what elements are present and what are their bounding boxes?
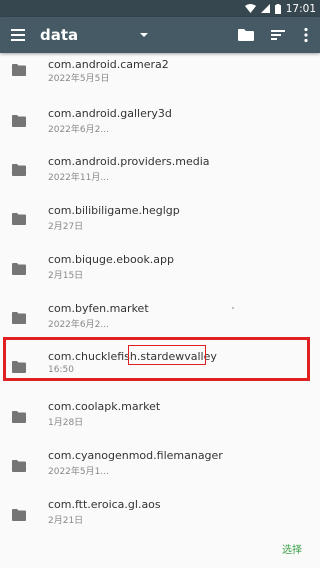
folder-date: 16:50 <box>48 365 74 375</box>
folder-icon <box>12 361 26 373</box>
bottom-bar: 选择 <box>0 540 320 568</box>
battery-icon <box>274 3 281 14</box>
folder-date: 2022年5月5日 <box>48 74 110 84</box>
folder-icon <box>12 312 26 324</box>
select-button[interactable]: 选择 <box>282 540 302 562</box>
wifi-icon <box>244 4 256 13</box>
list-item[interactable]: com.android.gallery3d 2022年6月2... <box>0 95 320 145</box>
stray-dot <box>232 307 234 309</box>
folder-date: 1月28日 <box>48 418 84 428</box>
menu-icon[interactable] <box>11 28 25 42</box>
folder-icon <box>12 263 26 275</box>
folder-date: 2月21日 <box>48 516 84 526</box>
folder-icon <box>12 509 26 521</box>
list-item[interactable]: com.coolapk.market 1月28日 <box>0 391 320 441</box>
folder-icon <box>12 411 26 423</box>
app-bar: data <box>0 17 320 53</box>
folder-date: 2022年11月... <box>48 173 109 183</box>
folder-name: com.coolapk.market <box>48 400 161 413</box>
list-item[interactable]: com.bilibiligame.heglgp 2月27日 <box>0 193 320 243</box>
list-item[interactable]: com.cyanogenmod.filemanager 2022年5月1... <box>0 440 320 490</box>
folder-name: com.cyanogenmod.filemanager <box>48 449 223 462</box>
folder-icon <box>12 64 26 76</box>
folder-icon <box>12 213 26 225</box>
sort-icon[interactable] <box>268 25 288 45</box>
status-bar: 17:01 <box>0 0 320 17</box>
chevron-down-icon[interactable] <box>140 33 148 37</box>
folder-icon[interactable] <box>236 25 256 45</box>
list-item[interactable]: com.android.providers.media 2022年11月... <box>0 144 320 194</box>
folder-name: com.chucklefish.stardewvalley <box>48 350 217 363</box>
folder-icon <box>12 115 26 127</box>
folder-name: com.ftt.eroica.gl.aos <box>48 498 161 511</box>
folder-name: com.android.providers.media <box>48 155 210 168</box>
folder-icon <box>12 164 26 176</box>
list-item[interactable]: com.biquge.ebook.app 2月15日 <box>0 243 320 293</box>
folder-date: 2022年6月2... <box>48 125 109 135</box>
folder-name: com.byfen.market <box>48 302 149 315</box>
folder-name: com.android.gallery3d <box>48 107 172 120</box>
folder-name: com.android.camera2 <box>48 58 169 71</box>
folder-icon <box>12 460 26 472</box>
folder-date: 2月27日 <box>48 222 84 232</box>
list-item[interactable]: com.chucklefish.stardewvalley 16:50 <box>0 341 320 391</box>
folder-name: com.biquge.ebook.app <box>48 253 175 266</box>
app-bar-title[interactable]: data <box>40 17 78 53</box>
list-item[interactable]: com.ftt.eroica.gl.aos 2月21日 <box>0 489 320 539</box>
signal-icon <box>260 4 270 13</box>
more-vert-icon[interactable] <box>296 25 316 45</box>
list-item[interactable]: com.byfen.market 2022年6月2... <box>0 292 320 342</box>
status-time: 17:01 <box>285 2 316 15</box>
folder-date: 2月15日 <box>48 271 84 281</box>
folder-date: 2022年6月2... <box>48 320 109 330</box>
folder-name: com.bilibiligame.heglgp <box>48 204 180 217</box>
folder-date: 2022年5月1... <box>48 467 109 477</box>
